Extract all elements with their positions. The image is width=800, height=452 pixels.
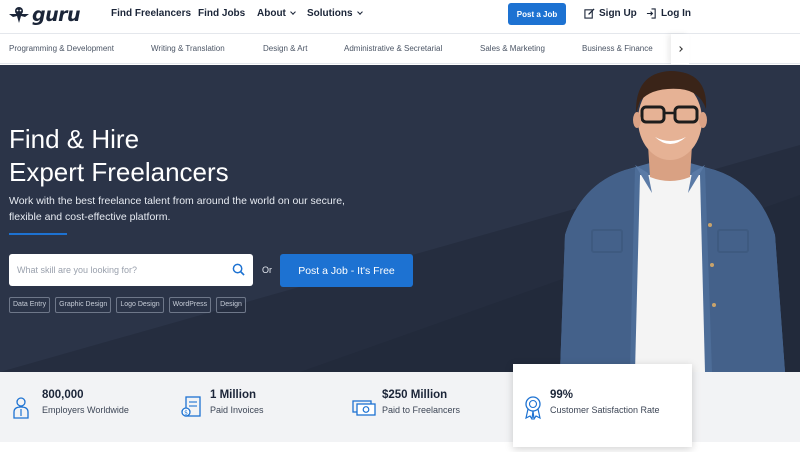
money-icon	[352, 400, 376, 416]
freelancer-photo	[560, 71, 785, 372]
top-navigation: guru Find Freelancers Find Jobs About So…	[0, 0, 800, 30]
stat-paid-number: $250 Million	[382, 389, 448, 401]
stat-paid: $250 Million Paid to Freelancers	[352, 388, 460, 420]
nav-find-jobs[interactable]: Find Jobs	[198, 8, 245, 19]
logo-text: guru	[32, 4, 81, 26]
popular-tags: Data Entry Graphic Design Logo Design Wo…	[9, 297, 246, 313]
category-programming[interactable]: Programming & Development	[9, 44, 114, 53]
skill-search-input[interactable]	[9, 265, 219, 275]
guru-logo-icon	[9, 7, 29, 23]
tag-graphic-design[interactable]: Graphic Design	[55, 297, 112, 313]
invoice-icon: $	[181, 396, 201, 417]
log-in-link[interactable]: Log In	[646, 8, 691, 19]
stat-paid-label: Paid to Freelancers	[382, 405, 461, 415]
post-a-job-button[interactable]: Post a Job	[508, 3, 566, 25]
nav-find-freelancers[interactable]: Find Freelancers	[111, 8, 191, 19]
stat-employers-number: 800,000	[42, 389, 84, 401]
stat-invoices-label: Paid Invoices	[210, 405, 264, 415]
search-icon[interactable]	[232, 263, 245, 276]
category-business[interactable]: Business & Finance	[582, 44, 653, 53]
stat-satisfaction-number: 99%	[550, 389, 574, 401]
skill-search-box	[9, 254, 253, 286]
tag-logo-design[interactable]: Logo Design	[116, 297, 164, 313]
guru-logo[interactable]: guru	[8, 4, 81, 26]
employer-icon	[13, 397, 29, 419]
category-administrative[interactable]: Administrative & Secretarial	[344, 44, 442, 53]
nav-about[interactable]: About	[257, 8, 296, 19]
log-in-label: Log In	[661, 8, 691, 19]
nav-solutions[interactable]: Solutions	[307, 8, 363, 19]
svg-text:$: $	[184, 410, 188, 417]
tag-data-entry[interactable]: Data Entry	[9, 297, 51, 313]
hero-title: Find & Hire Expert Freelancers	[9, 123, 229, 189]
award-icon	[525, 396, 541, 420]
stat-employers: 800,000 Employers Worldwide	[12, 388, 129, 420]
hero-title-line-2: Expert Freelancers	[9, 157, 229, 187]
tag-wordpress[interactable]: WordPress	[168, 297, 212, 313]
stat-invoices-number: 1 Million	[210, 389, 256, 401]
sign-up-link[interactable]: Sign Up	[584, 8, 637, 19]
category-sales[interactable]: Sales & Marketing	[480, 44, 545, 53]
chevron-down-icon	[290, 9, 296, 15]
hero-divider	[9, 233, 67, 235]
nav-solutions-label: Solutions	[307, 8, 353, 19]
hero-title-line-1: Find & Hire	[9, 124, 140, 154]
post-job-free-button[interactable]: Post a Job - It's Free	[280, 254, 413, 287]
category-writing[interactable]: Writing & Translation	[151, 44, 225, 53]
hero-subtitle: Work with the best freelance talent from…	[9, 195, 345, 223]
chevron-down-icon	[356, 9, 363, 15]
nav-about-label: About	[257, 8, 286, 19]
login-icon	[646, 8, 656, 19]
hero-section: Find & Hire Expert Freelancers Work with…	[0, 65, 800, 372]
category-next-button[interactable]	[671, 34, 689, 64]
category-design[interactable]: Design & Art	[263, 44, 307, 53]
chevron-right-icon	[677, 46, 683, 52]
edit-icon	[584, 8, 595, 19]
or-text: Or	[262, 265, 272, 275]
stat-satisfaction: 99% Customer Satisfaction Rate	[520, 388, 660, 420]
stat-invoices: $ 1 Million Paid Invoices	[180, 388, 264, 420]
sign-up-label: Sign Up	[599, 8, 637, 19]
category-bar: Programming & Development Writing & Tran…	[0, 33, 800, 64]
stat-employers-label: Employers Worldwide	[42, 405, 129, 415]
tag-design[interactable]: Design	[216, 297, 246, 313]
stat-satisfaction-label: Customer Satisfaction Rate	[550, 405, 660, 415]
